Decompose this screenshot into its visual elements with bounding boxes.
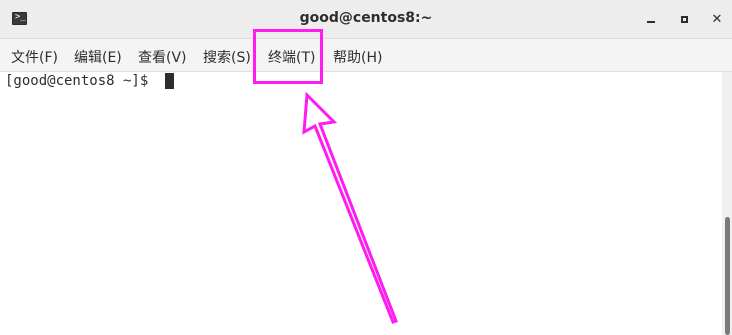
annotation-arrow	[302, 91, 398, 324]
annotation-arrow-shape	[302, 91, 398, 324]
